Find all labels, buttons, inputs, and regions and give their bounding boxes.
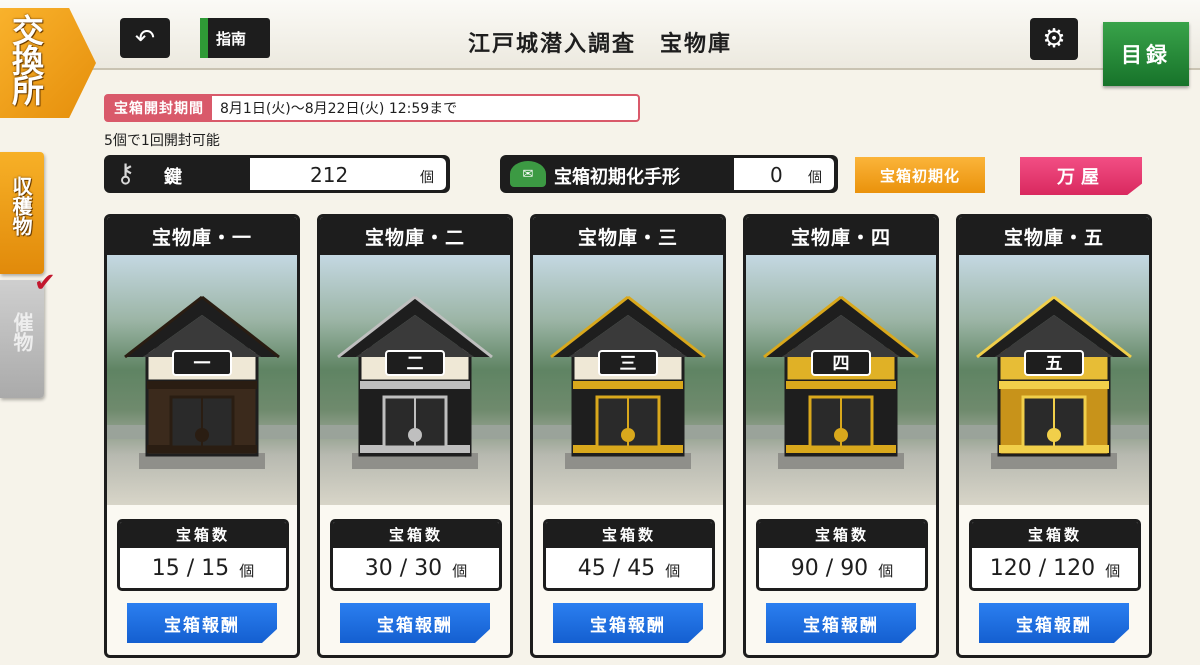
chest-reward-button[interactable]: 宝箱報酬: [340, 603, 490, 643]
gear-icon: ⚙: [1042, 24, 1066, 54]
ticket-icon: ✉: [510, 161, 546, 187]
chest-count-label: 宝箱数: [333, 522, 499, 548]
chest-count-box: 宝箱数 45 / 45 個: [543, 519, 715, 591]
treasure-house-icon: 二: [337, 295, 493, 469]
vault-card: 宝物庫・四四宝箱数 90 / 90 個宝箱報酬: [743, 214, 939, 658]
vault-card: 宝物庫・二二宝箱数 30 / 30 個宝箱報酬: [317, 214, 513, 658]
reset-chest-button[interactable]: 宝箱初期化: [855, 157, 985, 193]
back-arrow-icon: ↶: [134, 24, 156, 52]
guide-label: 指南: [216, 29, 247, 48]
top-bar: ↶ 指南 江戸城潜入調査 宝物庫 ⚙: [0, 0, 1200, 70]
chest-count-box: 宝箱数 120 / 120 個: [969, 519, 1141, 591]
chest-count: 15 / 15 個: [120, 548, 286, 588]
chest-count-box: 宝箱数 90 / 90 個: [756, 519, 928, 591]
chest-count: 30 / 30 個: [333, 548, 499, 588]
chest-count-box: 宝箱数 15 / 15 個: [117, 519, 289, 591]
chest-count-value: 45 / 45: [577, 555, 656, 581]
treasure-house-icon: 三: [550, 295, 706, 469]
vault-scene: 三: [533, 255, 723, 505]
chest-count: 120 / 120 個: [972, 548, 1138, 588]
settings-button[interactable]: ⚙: [1030, 18, 1078, 60]
treasure-house-icon: 四: [763, 295, 919, 469]
reset-ticket-counter: ✉ 宝箱初期化手形 0 個: [500, 155, 838, 193]
vault-title: 宝物庫・五: [959, 217, 1149, 255]
chest-reward-button[interactable]: 宝箱報酬: [766, 603, 916, 643]
vault-numeral: 五: [1046, 354, 1063, 374]
chest-reward-button[interactable]: 宝箱報酬: [553, 603, 703, 643]
vault-title: 宝物庫・一: [107, 217, 297, 255]
vault-numeral: 一: [194, 354, 211, 374]
chest-count-value: 30 / 30: [364, 555, 443, 581]
key-counter: ⚷ 鍵 212 個: [104, 155, 450, 193]
catalog-button[interactable]: 目録: [1103, 22, 1189, 86]
chest-count-box: 宝箱数 30 / 30 個: [330, 519, 502, 591]
side-tab-harvest-label: 収穫物: [9, 176, 33, 236]
chest-count-value: 15 / 15: [151, 555, 230, 581]
key-icon: ⚷: [116, 159, 136, 189]
key-count: 212: [310, 163, 349, 187]
chest-count-unit: 個: [878, 561, 894, 580]
chest-count-unit: 個: [665, 561, 681, 580]
open-period-value: 8月1日(火)〜8月22日(火) 12:59まで: [220, 101, 458, 117]
vault-title: 宝物庫・二: [320, 217, 510, 255]
chest-count-unit: 個: [239, 561, 255, 580]
chest-count-label: 宝箱数: [120, 522, 286, 548]
reset-ticket-count-field: 0 個: [734, 158, 834, 190]
back-button[interactable]: ↶: [120, 18, 170, 58]
key-unit: 個: [420, 170, 434, 186]
vault-scene: 一: [107, 255, 297, 505]
vault-card: 宝物庫・五五宝箱数 120 / 120 個宝箱報酬: [956, 214, 1152, 658]
chest-reward-button[interactable]: 宝箱報酬: [127, 603, 277, 643]
chest-reward-button[interactable]: 宝箱報酬: [979, 603, 1129, 643]
side-tab-harvest[interactable]: 収穫物: [0, 152, 44, 274]
vault-numeral: 三: [620, 354, 637, 374]
chest-count: 90 / 90 個: [759, 548, 925, 588]
open-period-label: 宝箱開封期間: [106, 96, 212, 120]
chest-count-label: 宝箱数: [972, 522, 1138, 548]
key-count-field: 212 個: [250, 158, 446, 190]
vault-scene: 二: [320, 255, 510, 505]
chest-count-unit: 個: [452, 561, 468, 580]
reset-ticket-label: 宝箱初期化手形: [554, 167, 680, 188]
side-tab-event-label: 催物: [10, 312, 34, 352]
vault-numeral: 四: [833, 354, 850, 374]
vault-scene: 五: [959, 255, 1149, 505]
chest-count-value: 90 / 90: [790, 555, 869, 581]
vault-title: 宝物庫・三: [533, 217, 723, 255]
key-label: 鍵: [164, 167, 182, 188]
chest-count: 45 / 45 個: [546, 548, 712, 588]
vault-scene: 四: [746, 255, 936, 505]
vault-numeral: 二: [407, 354, 424, 374]
vault-title: 宝物庫・四: [746, 217, 936, 255]
treasure-house-icon: 五: [976, 295, 1132, 469]
vault-card: 宝物庫・一一宝箱数 15 / 15 個宝箱報酬: [104, 214, 300, 658]
vault-card: 宝物庫・三三宝箱数 45 / 45 個宝箱報酬: [530, 214, 726, 658]
tab-exchange-label: 交換所: [7, 14, 45, 104]
reset-ticket-count: 0: [770, 163, 783, 187]
open-note: 5個で1回開封可能: [104, 133, 220, 149]
treasure-house-icon: 一: [124, 295, 280, 469]
open-period: 宝箱開封期間 8月1日(火)〜8月22日(火) 12:59まで: [104, 94, 640, 122]
chest-count-unit: 個: [1105, 561, 1121, 580]
chest-count-value: 120 / 120: [989, 555, 1096, 581]
chest-count-label: 宝箱数: [546, 522, 712, 548]
guide-button[interactable]: 指南: [200, 18, 270, 58]
page-title: 江戸城潜入調査 宝物庫: [467, 31, 732, 57]
shop-button[interactable]: 万屋: [1020, 157, 1142, 195]
chest-count-label: 宝箱数: [759, 522, 925, 548]
reset-ticket-unit: 個: [808, 170, 822, 186]
check-icon: ✔: [34, 268, 56, 298]
